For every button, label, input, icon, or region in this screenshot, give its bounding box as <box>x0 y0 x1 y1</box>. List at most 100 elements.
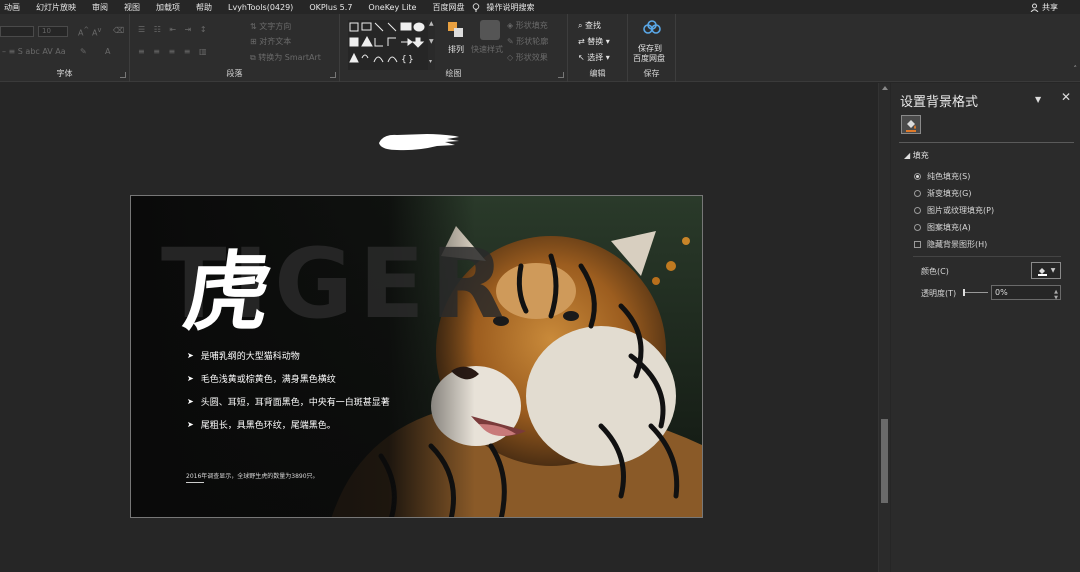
person-icon <box>1030 3 1039 12</box>
tab-onekey[interactable]: OneKey Lite <box>360 3 424 12</box>
baidu-cloud-icon[interactable] <box>642 20 662 40</box>
tab-review[interactable]: 审阅 <box>84 2 116 13</box>
shape-fill-button[interactable]: ◈ 形状填充 <box>507 20 548 31</box>
smartart-button[interactable]: ⧉ 转换为 SmartArt <box>250 52 321 63</box>
pane-divider <box>899 142 1074 143</box>
save-group: 保存到 百度网盘 保存 <box>628 14 676 82</box>
pane-options-icon[interactable]: ▼ <box>1035 95 1041 104</box>
solid-fill-option[interactable]: 纯色填充(S) <box>914 171 970 182</box>
spin-down-icon[interactable]: ▼ <box>1054 292 1058 305</box>
pane-title: 设置背景格式 <box>900 95 979 110</box>
picture-fill-option[interactable]: 图片或纹理填充(P) <box>914 205 994 216</box>
hide-bg-graphics-option[interactable]: 隐藏背景图形(H) <box>914 239 987 250</box>
paragraph-dialog-launcher[interactable] <box>330 72 336 78</box>
tab-okplus[interactable]: OKPlus 5.7 <box>301 3 360 12</box>
close-icon[interactable]: ✕ <box>1061 90 1071 104</box>
hide-bg-checkbox[interactable] <box>914 241 921 248</box>
pattern-fill-option[interactable]: 图案填充(A) <box>914 222 971 233</box>
bullet-text: 毛色浅黄或棕黄色，满身黑色横纹 <box>200 375 336 385</box>
list-item: ➤ 毛色浅黄或棕黄色，满身黑色横纹 <box>187 367 390 390</box>
quick-styles-label[interactable]: 快速样式 <box>471 44 503 55</box>
drawing-dialog-launcher[interactable] <box>558 72 564 78</box>
tab-help[interactable]: 帮助 <box>188 2 220 13</box>
paragraph-group-label: 段落 <box>226 69 243 78</box>
text-direction-button[interactable]: ⇅ 文字方向 <box>250 21 291 32</box>
list-buttons[interactable]: ☰ ☷ ⇤ ⇥ ↕ <box>138 25 210 34</box>
gradient-fill-option[interactable]: 渐变填充(G) <box>914 188 971 199</box>
tab-addins[interactable]: 加载项 <box>148 2 188 13</box>
radio-pattern[interactable] <box>914 224 921 231</box>
tab-lvyhtools[interactable]: LvyhTools(0429) <box>220 3 301 12</box>
shape-outline-button[interactable]: ✎ 形状轮廓 <box>507 36 548 47</box>
tab-view[interactable]: 视图 <box>116 2 148 13</box>
editing-group-label: 编辑 <box>589 69 606 78</box>
replace-button[interactable]: ⇄ 替换 ▾ <box>578 36 610 47</box>
bullet-arrow-icon: ➤ <box>187 374 194 383</box>
svg-text:{: { <box>401 55 407 65</box>
ribbon-tabs: 动画 幻灯片放映 审阅 视图 加载项 帮助 LvyhTools(0429) OK… <box>0 0 1080 14</box>
slide-footnote: 2016年调查显示，全球野生虎的数量为3890只。 <box>186 473 319 480</box>
align-buttons[interactable]: ≡ ≡ ≡ ≡ ▥ <box>138 47 210 56</box>
quick-styles-icon[interactable] <box>480 20 500 40</box>
drawing-group-label: 绘图 <box>445 69 462 78</box>
transparency-value: 0% <box>995 288 1008 297</box>
bullet-arrow-icon: ➤ <box>187 397 194 406</box>
bullet-arrow-icon: ➤ <box>187 420 194 429</box>
shapes-gallery[interactable]: { } <box>348 20 432 70</box>
font-size-box[interactable]: 10 <box>38 26 68 37</box>
scrollbar-thumb[interactable] <box>881 419 888 503</box>
list-item: ➤ 尾粗长，具黑色环纹，尾端黑色。 <box>187 413 390 436</box>
shrink-font-icon[interactable]: Av <box>92 26 101 38</box>
paint-bucket-icon <box>1037 267 1047 276</box>
bullet-text: 尾粗长，具黑色环纹，尾端黑色。 <box>200 421 336 431</box>
ribbon: 10 A^ Av ⌫ – ≡ S abc AV Aa ✎ A 字体 ☰ ☷ ⇤ … <box>0 14 1080 82</box>
collapse-ribbon-icon[interactable]: ˄ <box>1074 65 1078 73</box>
radio-gradient[interactable] <box>914 190 921 197</box>
select-button[interactable]: ↖ 选择 ▾ <box>578 52 610 63</box>
fill-section-header[interactable]: ◢ 填充 <box>904 150 929 161</box>
arrange-label[interactable]: 排列 <box>448 44 464 55</box>
font-dialog-launcher[interactable] <box>120 72 126 78</box>
tab-baidu[interactable]: 百度网盘 <box>424 2 472 13</box>
share-button[interactable]: 共享 <box>1030 0 1058 14</box>
color-picker-button[interactable]: ▼ <box>1031 262 1061 279</box>
shape-effects-button[interactable]: ◇ 形状效果 <box>507 52 548 63</box>
tab-animations[interactable]: 动画 <box>0 2 28 13</box>
share-label: 共享 <box>1042 2 1058 12</box>
editing-group: ⌕ 查找 ⇄ 替换 ▾ ↖ 选择 ▾ 编辑 <box>568 14 628 82</box>
tell-me-search[interactable]: 操作说明搜索 <box>484 2 542 13</box>
tab-slideshow[interactable]: 幻灯片放映 <box>28 2 84 13</box>
bullet-text: 是哺乳纲的大型猫科动物 <box>200 352 300 362</box>
svg-text:}: } <box>408 55 414 65</box>
font-color-icon[interactable]: A <box>105 47 110 56</box>
arrange-icon[interactable] <box>446 20 466 40</box>
radio-solid[interactable] <box>914 173 921 180</box>
bullet-arrow-icon: ➤ <box>187 351 194 360</box>
radio-picture[interactable] <box>914 207 921 214</box>
clear-format-icon[interactable]: ⌫ <box>113 26 124 35</box>
font-size-value: 10 <box>42 27 51 35</box>
find-button[interactable]: ⌕ 查找 <box>578 20 601 31</box>
font-name-box[interactable] <box>0 26 34 37</box>
transparency-input[interactable]: 0% ▲ ▼ <box>991 285 1061 301</box>
slide-thumbnail[interactable]: TIGER 虎 ➤ 是哺乳纲的大型猫科动物 ➤ 毛色浅黄或棕黄色，满身黑色横纹 ➤ 头… <box>130 195 703 518</box>
fill-category-button[interactable] <box>901 115 921 134</box>
list-item: ➤ 是哺乳纲的大型猫科动物 <box>187 344 390 367</box>
pane-subdivider <box>913 256 1061 257</box>
bullet-list: ➤ 是哺乳纲的大型猫科动物 ➤ 毛色浅黄或棕黄色，满身黑色横纹 ➤ 头圆、耳短，耳背面… <box>187 344 390 436</box>
transparency-slider-knob[interactable] <box>963 289 965 296</box>
grow-font-icon[interactable]: A^ <box>78 26 89 38</box>
highlight-icon[interactable]: ✎ <box>80 47 87 56</box>
save-to-baidu-line2[interactable]: 百度网盘 <box>633 53 665 64</box>
brush-stroke-shape[interactable] <box>377 130 462 154</box>
vertical-scrollbar[interactable] <box>878 83 890 572</box>
transparency-slider[interactable] <box>963 292 988 293</box>
scroll-up-icon[interactable] <box>882 86 888 90</box>
slide-title-char: 虎 <box>177 242 278 343</box>
shapes-scroll[interactable]: ▲ ▼ ▾ <box>428 20 435 70</box>
powerpoint-window: 动画 幻灯片放映 审阅 视图 加载项 帮助 LvyhTools(0429) OK… <box>0 0 1080 572</box>
drawing-group: { } ▲ ▼ ▾ 排列 快速样式 ◈ 形状填充 ✎ 形状轮廓 ◇ 形状效果 绘图 <box>340 14 568 82</box>
bold-row-icons: – ≡ S abc AV Aa <box>2 47 66 56</box>
save-group-label: 保存 <box>643 69 660 78</box>
align-text-button[interactable]: ⊞ 对齐文本 <box>250 36 291 47</box>
